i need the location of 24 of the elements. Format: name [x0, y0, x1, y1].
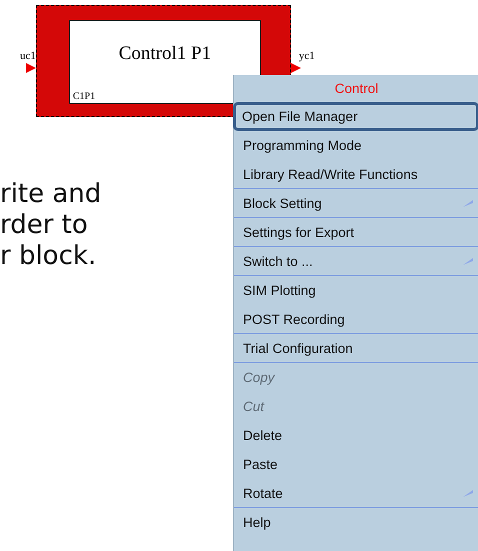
menu-title: Control [334, 80, 380, 98]
menu-item[interactable]: POST Recording [234, 305, 478, 334]
block-title: Control1 P1 [118, 43, 212, 65]
submenu-arrow-icon [463, 489, 473, 497]
port-label: yc1 [298, 50, 315, 62]
menu-item[interactable]: Switch to ... [234, 247, 478, 276]
menu-item[interactable]: SIM Plotting [234, 276, 478, 305]
menu-item[interactable]: Library Read/Write Functions [234, 160, 478, 189]
block-id: C1P1 [72, 91, 96, 103]
menu-item[interactable]: Programming Mode [234, 131, 478, 160]
menu-item[interactable]: Help [234, 508, 478, 537]
input-port-icon [26, 62, 36, 72]
menu-item[interactable]: Open File Manager [233, 102, 478, 131]
menu-item[interactable]: Rotate [234, 479, 478, 508]
menu-item[interactable]: Paste [234, 450, 478, 479]
paragraph: rite and rder to r block. [0, 179, 102, 272]
submenu-arrow-icon [463, 199, 473, 207]
menu-item[interactable]: Block Setting [234, 189, 478, 218]
submenu-arrow-icon [463, 257, 473, 265]
port-label: uc1 [20, 50, 36, 62]
output-port-icon [290, 62, 301, 72]
menu-item[interactable]: Trial Configuration [234, 334, 478, 363]
menu-item[interactable]: Settings for Export [234, 218, 478, 247]
menu-item[interactable]: Delete [234, 421, 478, 450]
